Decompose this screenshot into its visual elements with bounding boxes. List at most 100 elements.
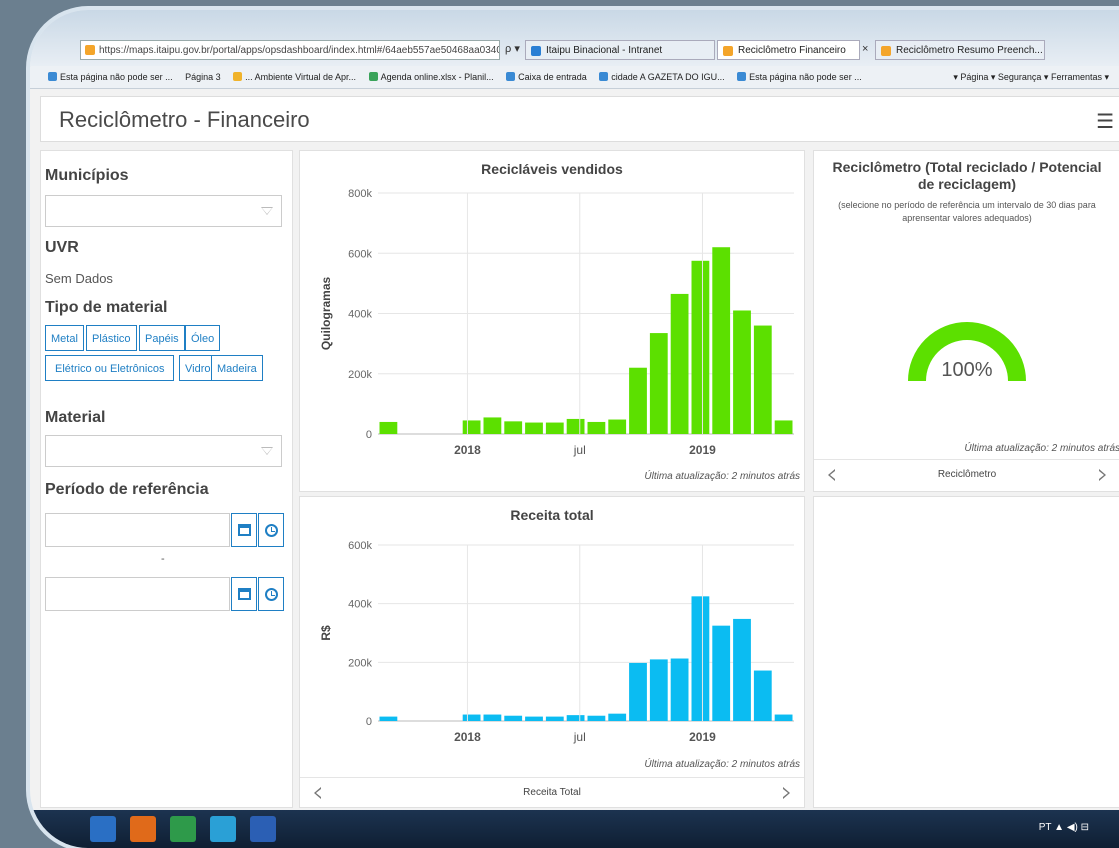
chart-title: Recicláveis vendidos [481, 161, 623, 177]
favorite-item[interactable]: Caixa de entrada [506, 66, 587, 88]
close-tab-icon[interactable]: × [862, 43, 868, 55]
media-taskbar-icon[interactable] [130, 816, 156, 842]
screen-frame: https://maps.itaipu.gov.br/portal/apps/o… [30, 10, 1119, 848]
folder-icon [233, 72, 243, 81]
municipios-select[interactable] [45, 195, 282, 227]
tab-label: Itaipu Binacional - Intranet [546, 45, 663, 56]
y-tick-label: 400k [348, 599, 372, 611]
tab-label: Reciclômetro Financeiro [738, 45, 846, 56]
chart-title: Receita total [510, 507, 594, 523]
bar [545, 716, 564, 721]
end-date-input[interactable] [45, 577, 230, 611]
word-taskbar-icon[interactable] [250, 816, 276, 842]
bar [566, 418, 585, 434]
chip-plastico[interactable]: Plástico [86, 325, 137, 351]
y-tick-label: 600k [348, 540, 372, 552]
favorite-item[interactable]: Página 3 [185, 66, 221, 88]
bar [462, 714, 481, 721]
chip-oleo[interactable]: Óleo [185, 325, 221, 351]
bar [774, 714, 793, 721]
command-bar[interactable]: ▾ Página ▾ Segurança ▾ Ferramentas ▾ [953, 66, 1109, 88]
date-separator: - [161, 553, 165, 565]
address-bar[interactable]: https://maps.itaipu.gov.br/portal/apps/o… [80, 40, 500, 60]
x-tick-label: 2019 [689, 443, 716, 457]
gauge-value: 100% [941, 359, 993, 381]
clock-icon [265, 524, 278, 537]
next-arrow-icon[interactable] [1099, 469, 1106, 481]
tab-reciclometro-financeiro[interactable]: Reciclômetro Financeiro [717, 40, 860, 60]
y-tick-label: 400k [348, 309, 372, 321]
ie-icon [737, 72, 747, 81]
bar [733, 310, 751, 434]
panel-reciclometro-gauge: Reciclômetro (Total reciclado / Potencia… [813, 150, 1119, 492]
municipios-label: Municípios [45, 167, 129, 184]
dashboard-icon [723, 46, 733, 56]
start-calendar-button[interactable] [231, 513, 257, 547]
bar [774, 420, 793, 434]
uvr-value: Sem Dados [45, 271, 113, 286]
windows-taskbar: PT ▲ ◀) ⊟ [30, 810, 1119, 848]
tab-itaipu-intranet[interactable]: Itaipu Binacional - Intranet [525, 40, 715, 60]
y-axis-label: Quilogramas [319, 277, 333, 351]
bar [608, 713, 627, 721]
excel-taskbar-icon[interactable] [170, 816, 196, 842]
last-updated: Última atualização: 2 minutos atrás [644, 471, 800, 482]
bar [504, 715, 523, 721]
filter-sidebar: Municípios UVR Sem Dados Tipo de materia… [40, 150, 293, 808]
periodo-label: Período de referência [45, 481, 209, 498]
chip-metal[interactable]: Metal [45, 325, 84, 351]
bar [712, 247, 731, 434]
chip-papeis[interactable]: Papéis [139, 325, 185, 351]
favorite-item[interactable]: cidade A GAZETA DO IGU... [599, 66, 725, 88]
tab-reciclometro-resumo[interactable]: Reciclômetro Resumo Preench... [875, 40, 1045, 60]
favorite-item[interactable]: Esta página não pode ser ... [48, 66, 173, 88]
page-title: Reciclômetro - Financeiro [59, 107, 310, 132]
site-icon [85, 45, 95, 55]
favorite-item[interactable]: Agenda online.xlsx - Planil... [368, 66, 494, 88]
y-axis-label: R$ [319, 625, 333, 641]
system-tray[interactable]: PT ▲ ◀) ⊟ [1039, 822, 1089, 833]
calendar-icon [238, 588, 251, 600]
favorite-item[interactable]: Esta página não pode ser ... [737, 66, 862, 88]
bar [649, 333, 668, 434]
chevron-down-icon [261, 447, 273, 455]
material-select[interactable] [45, 435, 282, 467]
x-tick-label: jul [573, 730, 586, 744]
bar [504, 421, 523, 434]
chevron-down-icon [261, 207, 273, 215]
bar [670, 658, 689, 721]
gauge-chart [908, 322, 1026, 382]
menu-icon[interactable]: ☰ [1096, 109, 1114, 134]
y-tick-label: 200k [348, 657, 372, 669]
tab-label: Reciclômetro Resumo Preench... [896, 45, 1043, 56]
browser-toolbar: https://maps.itaipu.gov.br/portal/apps/o… [30, 10, 1119, 67]
gauge-subtitle: (selecione no período de referência um i… [838, 200, 1096, 223]
start-date-input[interactable] [45, 513, 230, 547]
uvr-label: UVR [45, 239, 79, 256]
gauge-title: Reciclômetro (Total reciclado / Potencia… [832, 159, 1102, 192]
last-updated: Última atualização: 2 minutos atrás [644, 759, 800, 770]
bar [545, 422, 564, 434]
chip-eletrico[interactable]: Elétrico ou Eletrônicos [45, 355, 175, 381]
reciclaveis-vendidos-chart: 0 200k 400k 600k 800k 2018 jul 2019 Quilogramas [319, 188, 794, 457]
bar [649, 659, 668, 721]
bar [629, 662, 647, 721]
favorite-item[interactable]: ... Ambiente Virtual de Apr... [233, 66, 356, 88]
network-taskbar-icon[interactable] [210, 816, 236, 842]
ie-taskbar-icon[interactable] [90, 816, 116, 842]
gauge-footer-nav: Reciclômetro [814, 459, 1119, 490]
start-time-button[interactable] [258, 513, 284, 547]
y-tick-label: 600k [348, 248, 372, 260]
bar [733, 618, 751, 721]
bar [483, 417, 502, 434]
y-tick-label: 800k [348, 188, 372, 200]
y-tick-label: 0 [366, 429, 372, 441]
end-time-button[interactable] [258, 577, 284, 611]
bar [691, 260, 710, 434]
chip-madeira[interactable]: Madeira [211, 355, 263, 381]
next-arrow-icon[interactable] [783, 787, 790, 799]
end-calendar-button[interactable] [231, 577, 257, 611]
bar [379, 421, 398, 434]
material-label: Material [45, 409, 106, 426]
x-tick-label: 2018 [454, 730, 481, 744]
